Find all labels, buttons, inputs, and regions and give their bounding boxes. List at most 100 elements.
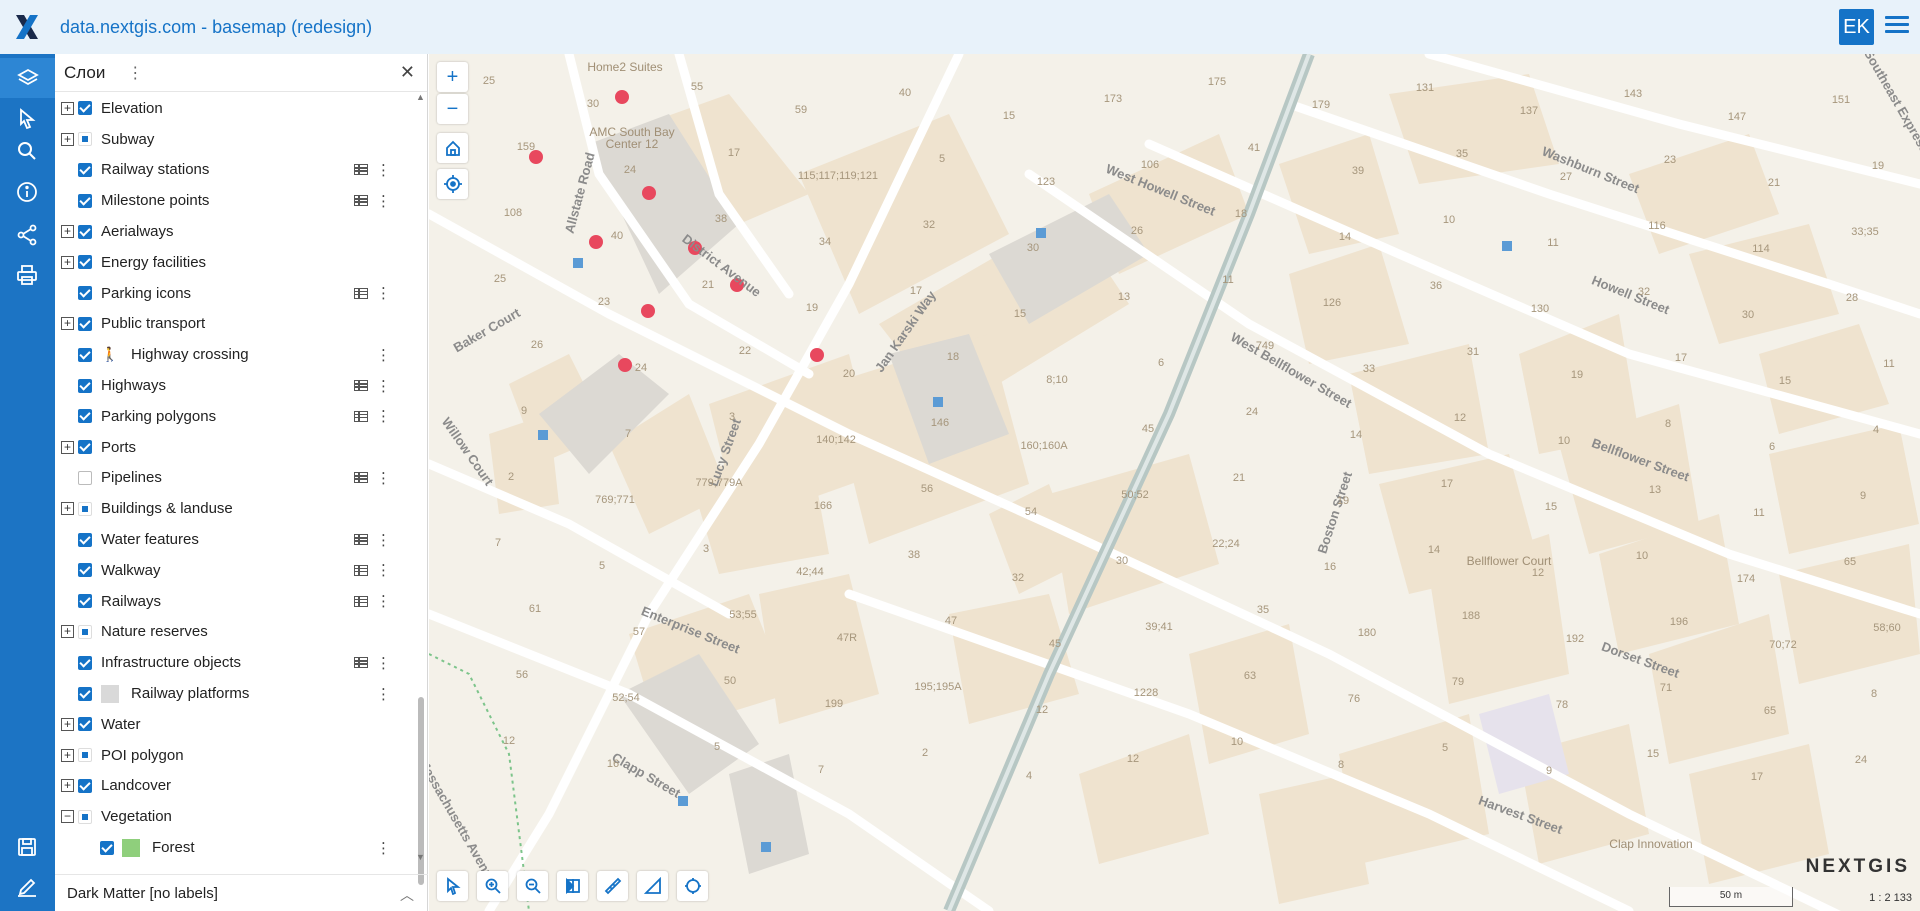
layer-row[interactable]: Forest ⋮ [55, 832, 420, 858]
collapse-icon[interactable]: − [61, 810, 74, 824]
save-icon[interactable] [12, 832, 42, 862]
layer-menu-icon[interactable]: ⋮ [376, 377, 391, 395]
attribute-table-icon[interactable] [354, 564, 368, 576]
layer-row[interactable]: 🚶 Highway crossing ⋮ [55, 339, 420, 370]
layer-visibility-checkbox[interactable] [78, 809, 92, 824]
layer-visibility-checkbox[interactable] [78, 532, 92, 547]
share-icon[interactable] [12, 220, 42, 250]
search-icon[interactable] [12, 136, 42, 166]
layer-menu-icon[interactable]: ⋮ [376, 839, 391, 857]
layer-visibility-checkbox[interactable] [78, 162, 92, 177]
restaurant-icon[interactable] [642, 186, 656, 200]
measure-area-button[interactable] [637, 871, 668, 901]
layer-row[interactable]: + Ports [55, 432, 420, 463]
attribute-table-icon[interactable] [354, 657, 368, 669]
layer-tree-scrollbar[interactable]: ▲ ▼ [416, 92, 426, 885]
layer-row[interactable]: + Buildings & landuse [55, 493, 420, 524]
parking-icon[interactable] [933, 397, 943, 407]
expand-icon[interactable]: + [61, 225, 74, 239]
layers-icon[interactable] [0, 58, 55, 98]
chevron-up-icon[interactable]: ︿ [400, 885, 414, 905]
layer-menu-icon[interactable]: ⋮ [376, 469, 391, 487]
layer-visibility-checkbox[interactable] [78, 594, 92, 609]
user-avatar[interactable]: EK [1839, 9, 1874, 45]
menu-icon[interactable] [1882, 12, 1912, 42]
expand-icon[interactable]: + [61, 625, 74, 639]
scroll-down-icon[interactable]: ▼ [416, 852, 425, 862]
layer-row[interactable]: + Water [55, 709, 420, 740]
layer-menu-icon[interactable]: ⋮ [376, 654, 391, 672]
parking-icon[interactable] [1036, 228, 1046, 238]
layer-row[interactable]: + Elevation [55, 93, 420, 124]
layer-row[interactable]: + Public transport [55, 309, 420, 340]
expand-icon[interactable]: + [61, 502, 74, 516]
attribute-table-icon[interactable] [354, 287, 368, 299]
layer-menu-icon[interactable]: ⋮ [376, 192, 391, 210]
layer-row[interactable]: Highways ⋮ [55, 370, 420, 401]
attribute-table-icon[interactable] [354, 595, 368, 607]
layer-row[interactable]: Parking icons ⋮ [55, 278, 420, 309]
layer-row[interactable]: + Landcover [55, 771, 420, 802]
restaurant-icon[interactable] [641, 304, 655, 318]
layer-visibility-checkbox[interactable] [78, 286, 92, 301]
expand-icon[interactable]: + [61, 717, 74, 731]
layer-row[interactable]: + POI polygon [55, 740, 420, 771]
layer-visibility-checkbox[interactable] [78, 655, 92, 670]
layer-menu-icon[interactable]: ⋮ [376, 685, 391, 703]
info-icon[interactable] [12, 177, 42, 207]
restaurant-icon[interactable] [589, 235, 603, 249]
layer-menu-icon[interactable]: ⋮ [376, 407, 391, 425]
expand-icon[interactable]: + [61, 255, 74, 269]
zoom-box-in-button[interactable] [477, 871, 508, 901]
edit-pencil-icon[interactable] [12, 872, 42, 902]
layer-row[interactable]: Parking polygons ⋮ [55, 401, 420, 432]
map-view[interactable]: Allstate Road District Avenue Jan Karski W… [429, 54, 1920, 911]
expand-icon[interactable]: + [61, 440, 74, 454]
layer-visibility-checkbox[interactable] [100, 840, 114, 855]
swipe-button[interactable] [557, 871, 588, 901]
attribute-table-icon[interactable] [354, 164, 368, 176]
layer-menu-icon[interactable]: ⋮ [376, 592, 391, 610]
layer-row[interactable]: + Subway [55, 124, 420, 155]
layer-row[interactable]: Railway stations ⋮ [55, 155, 420, 186]
layer-menu-icon[interactable]: ⋮ [376, 531, 391, 549]
expand-icon[interactable]: + [61, 779, 74, 793]
expand-icon[interactable]: + [61, 748, 74, 762]
attribute-table-icon[interactable] [354, 472, 368, 484]
layer-visibility-checkbox[interactable] [78, 347, 92, 362]
layer-visibility-checkbox[interactable] [78, 316, 92, 331]
measure-length-button[interactable] [597, 871, 628, 901]
select-cursor-icon[interactable] [12, 104, 42, 134]
basemap-selector[interactable]: Dark Matter [no labels] ︿ [55, 874, 428, 911]
close-icon[interactable]: ✕ [400, 62, 415, 83]
layer-visibility-checkbox[interactable] [78, 440, 92, 455]
layer-visibility-checkbox[interactable] [78, 255, 92, 270]
layer-menu-icon[interactable]: ⋮ [376, 346, 391, 364]
layer-row[interactable]: + Aerialways [55, 216, 420, 247]
expand-icon[interactable]: + [61, 101, 74, 115]
layer-row[interactable]: − Vegetation [55, 801, 420, 832]
layer-visibility-checkbox[interactable] [78, 778, 92, 793]
layer-row[interactable]: Walkway ⋮ [55, 555, 420, 586]
panel-menu-icon[interactable]: ⋮ [127, 63, 143, 83]
restaurant-icon[interactable] [615, 90, 629, 104]
layer-row[interactable]: + Nature reserves [55, 617, 420, 648]
layer-visibility-checkbox[interactable] [78, 624, 92, 639]
zoom-box-out-button[interactable] [517, 871, 548, 901]
layer-row[interactable]: Pipelines ⋮ [55, 463, 420, 494]
layer-visibility-checkbox[interactable] [78, 378, 92, 393]
layer-visibility-checkbox[interactable] [78, 563, 92, 578]
nextgis-logo[interactable] [0, 0, 54, 54]
layer-row[interactable]: Water features ⋮ [55, 524, 420, 555]
zoom-out-button[interactable]: − [437, 94, 468, 124]
layer-menu-icon[interactable]: ⋮ [376, 161, 391, 179]
expand-icon[interactable]: + [61, 317, 74, 331]
attribute-table-icon[interactable] [354, 195, 368, 207]
attribute-table-icon[interactable] [354, 410, 368, 422]
layer-row[interactable]: Railway platforms ⋮ [55, 678, 420, 709]
restaurant-icon[interactable] [810, 348, 824, 362]
layer-row[interactable]: Milestone points ⋮ [55, 185, 420, 216]
layer-visibility-checkbox[interactable] [78, 717, 92, 732]
layer-menu-icon[interactable]: ⋮ [376, 561, 391, 579]
expand-icon[interactable]: + [61, 132, 74, 146]
